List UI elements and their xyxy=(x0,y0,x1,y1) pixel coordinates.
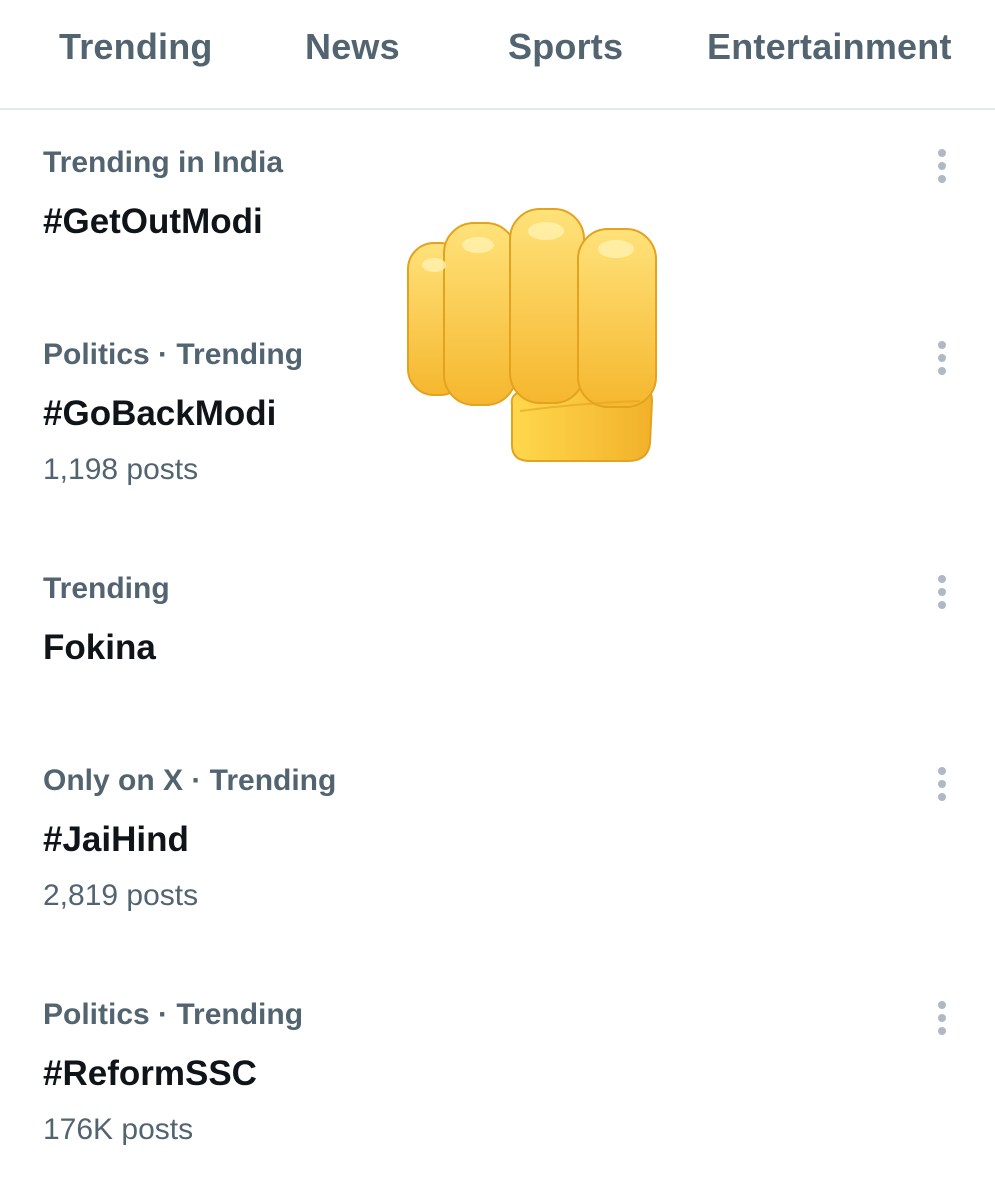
tab-bar: Trending News Sports Entertainment xyxy=(0,0,995,110)
more-options-icon[interactable] xyxy=(922,764,962,804)
trend-topic: Fokina xyxy=(43,628,156,667)
trend-topic: #ReformSSC xyxy=(43,1054,257,1093)
tab-sports[interactable]: Sports xyxy=(508,26,623,68)
tab-trending[interactable]: Trending xyxy=(59,26,213,68)
more-options-icon[interactable] xyxy=(922,572,962,612)
trend-context: Only on X · Trending xyxy=(43,764,337,797)
trend-post-count: 2,819 posts xyxy=(43,879,199,912)
more-options-icon[interactable] xyxy=(922,146,962,186)
trend-topic: #JaiHind xyxy=(43,820,189,859)
trend-context: Trending in India xyxy=(43,146,283,179)
trend-item[interactable]: Only on X · Trending #JaiHind 2,819 post… xyxy=(0,758,995,928)
tab-news[interactable]: News xyxy=(305,26,400,68)
trend-topic: #GoBackModi xyxy=(43,394,277,433)
trend-context: Politics · Trending xyxy=(43,998,304,1031)
trend-context: Trending xyxy=(43,572,170,605)
oncoming-fist-icon xyxy=(407,208,657,462)
tab-entertainment[interactable]: Entertainment xyxy=(707,26,952,68)
trend-item[interactable]: Politics · Trending #ReformSSC 176K post… xyxy=(0,992,995,1162)
trend-post-count: 1,198 posts xyxy=(43,453,199,486)
more-options-icon[interactable] xyxy=(922,998,962,1038)
trend-topic: #GetOutModi xyxy=(43,202,263,241)
trend-context: Politics · Trending xyxy=(43,338,304,371)
more-options-icon[interactable] xyxy=(922,338,962,378)
trend-post-count: 176K posts xyxy=(43,1113,194,1146)
trend-item[interactable]: Trending Fokina xyxy=(0,566,995,716)
